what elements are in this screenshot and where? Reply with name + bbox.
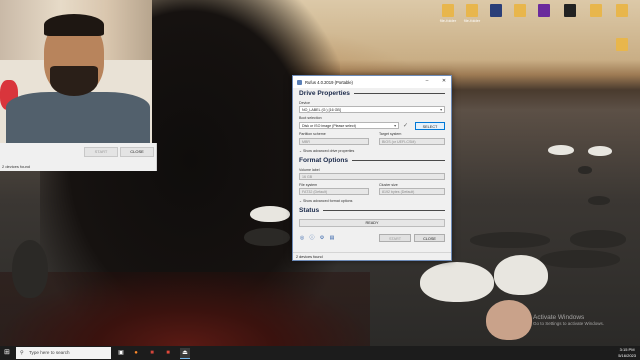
- volume-label-label: Volume label: [299, 168, 320, 172]
- desktop-icon[interactable]: [508, 4, 532, 18]
- folder-icon: [514, 4, 526, 17]
- chevron-down-icon: ⌄: [299, 149, 303, 153]
- globe-icon[interactable]: ◎: [299, 235, 305, 241]
- rufus-window: Rufus 4.0.2019 (Portable) – ✕ Drive Prop…: [292, 75, 452, 261]
- start-button[interactable]: START: [379, 234, 411, 242]
- chevron-down-icon: ▾: [394, 124, 396, 128]
- desktop-icon[interactable]: [484, 4, 508, 18]
- close-button[interactable]: CLOSE: [414, 234, 445, 242]
- wallpaper-duck: [570, 230, 626, 248]
- search-icon: ⚲: [20, 350, 24, 356]
- folder-icon: [616, 38, 628, 51]
- rufus-taskbar-icon[interactable]: ⏏: [180, 348, 190, 359]
- chevron-down-icon: ▾: [440, 108, 442, 112]
- advanced-drive-toggle[interactable]: ⌄ Show advanced drive properties: [299, 149, 354, 153]
- desktop-icon[interactable]: file-folder: [460, 4, 484, 23]
- boot-selection-label: Boot selection: [299, 116, 322, 120]
- partition-scheme-select[interactable]: MBR: [299, 138, 369, 145]
- app-icon[interactable]: ■: [147, 348, 157, 358]
- wallpaper-duck: [470, 232, 550, 248]
- volume-label-input[interactable]: 16 GB: [299, 173, 445, 180]
- activate-title: Activate Windows: [533, 314, 585, 321]
- desktop-icon[interactable]: [610, 4, 634, 18]
- wallpaper-duck: [548, 145, 574, 155]
- search-placeholder: Type here to search: [29, 350, 70, 355]
- wallpaper-duck: [244, 228, 290, 246]
- wallpaper-duck: [578, 166, 592, 174]
- desktop-icon-label: file-folder: [463, 18, 481, 23]
- select-button[interactable]: SELECT: [415, 122, 445, 130]
- taskbar: ⊞ ⚲ Type here to search ▣ ● ■ ■ ⏏ 3:15 P…: [0, 346, 640, 360]
- firefox-icon[interactable]: ●: [131, 348, 141, 358]
- wallpaper-duck: [250, 206, 290, 222]
- desktop-icon[interactable]: [610, 38, 634, 51]
- info-icon[interactable]: ⓘ: [309, 235, 315, 241]
- format-options-heading: Format Options: [299, 157, 445, 164]
- windows-start-icon[interactable]: ⊞: [4, 349, 12, 357]
- clock-date: 5/16/2023: [618, 353, 636, 358]
- taskbar-search-input[interactable]: ⚲ Type here to search: [16, 347, 111, 359]
- close-icon[interactable]: ✕: [440, 78, 448, 84]
- status-bar: 2 devices found: [293, 252, 451, 260]
- rufus-titlebar[interactable]: Rufus 4.0.2019 (Portable) – ✕: [293, 76, 451, 88]
- wallpaper-duck: [494, 255, 548, 295]
- task-view-icon[interactable]: ▣: [116, 348, 126, 358]
- wallpaper-duck: [540, 250, 620, 268]
- progress-bar: READY: [299, 219, 445, 227]
- folder-icon: [466, 4, 478, 17]
- app-icon: [538, 4, 550, 17]
- webcam-person-hair: [44, 14, 104, 36]
- background-rufus-panel: START CLOSE 2 devices found: [0, 143, 157, 171]
- device-label: Device: [299, 101, 310, 105]
- wallpaper-duck: [588, 146, 612, 156]
- wallpaper-duck: [420, 262, 494, 302]
- webcam-overlay: [0, 0, 152, 143]
- desktop-icon[interactable]: [532, 4, 556, 18]
- system-clock[interactable]: 3:15 PM 5/16/2023: [618, 347, 636, 359]
- desktop-icon[interactable]: file-folder: [436, 4, 460, 23]
- chevron-down-icon: ⌄: [299, 199, 303, 203]
- cluster-size-label: Cluster size: [379, 183, 398, 187]
- wallpaper-foreground: [0, 272, 370, 346]
- background-start-button[interactable]: START: [84, 147, 118, 157]
- desktop-icon-label: file-folder: [439, 18, 457, 23]
- advanced-format-toggle[interactable]: ⌄ Show advanced format options: [299, 199, 352, 203]
- webcam-person-beard: [50, 66, 98, 96]
- wallpaper-duck: [12, 240, 48, 298]
- activate-windows-watermark: Activate Windows Go to Settings to activ…: [533, 314, 604, 326]
- file-system-label: File system: [299, 183, 318, 187]
- activate-subtitle: Go to Settings to activate Windows.: [533, 321, 605, 326]
- check-icon[interactable]: ✓: [403, 122, 408, 129]
- webcam-person-body: [6, 92, 150, 143]
- boot-selection-select[interactable]: Disk or ISO image (Please select) ▾: [299, 122, 399, 129]
- background-close-button[interactable]: CLOSE: [120, 147, 154, 157]
- app-icon: [490, 4, 502, 17]
- window-title: Rufus 4.0.2019 (Portable): [305, 79, 353, 85]
- minimize-icon[interactable]: –: [423, 78, 431, 84]
- drive-properties-heading: Drive Properties: [299, 90, 445, 97]
- target-system-label: Target system: [379, 132, 402, 136]
- desktop-icon[interactable]: [584, 4, 608, 18]
- partition-scheme-label: Partition scheme: [299, 132, 326, 136]
- usb-drive-icon: [297, 79, 302, 85]
- file-system-select[interactable]: FAT32 (Default): [299, 188, 369, 195]
- folder-icon: [616, 4, 628, 17]
- folder-icon: [442, 4, 454, 17]
- log-icon[interactable]: ▤: [329, 235, 335, 241]
- app-icon: [564, 4, 576, 17]
- wallpaper-duck: [486, 300, 532, 340]
- background-status-text: 2 devices found: [2, 164, 31, 169]
- app-icon[interactable]: ■: [163, 348, 173, 358]
- desktop-icon[interactable]: [558, 4, 582, 18]
- target-system-select[interactable]: BIOS (or UEFI-CSM): [379, 138, 445, 145]
- device-select[interactable]: NO_LABEL (G:) [16 GB] ▾: [299, 106, 445, 113]
- status-heading: Status: [299, 207, 445, 214]
- cluster-size-select[interactable]: 8192 bytes (Default): [379, 188, 445, 195]
- folder-icon: [590, 4, 602, 17]
- settings-icon[interactable]: ⚙: [319, 235, 325, 241]
- wallpaper-duck: [588, 196, 610, 205]
